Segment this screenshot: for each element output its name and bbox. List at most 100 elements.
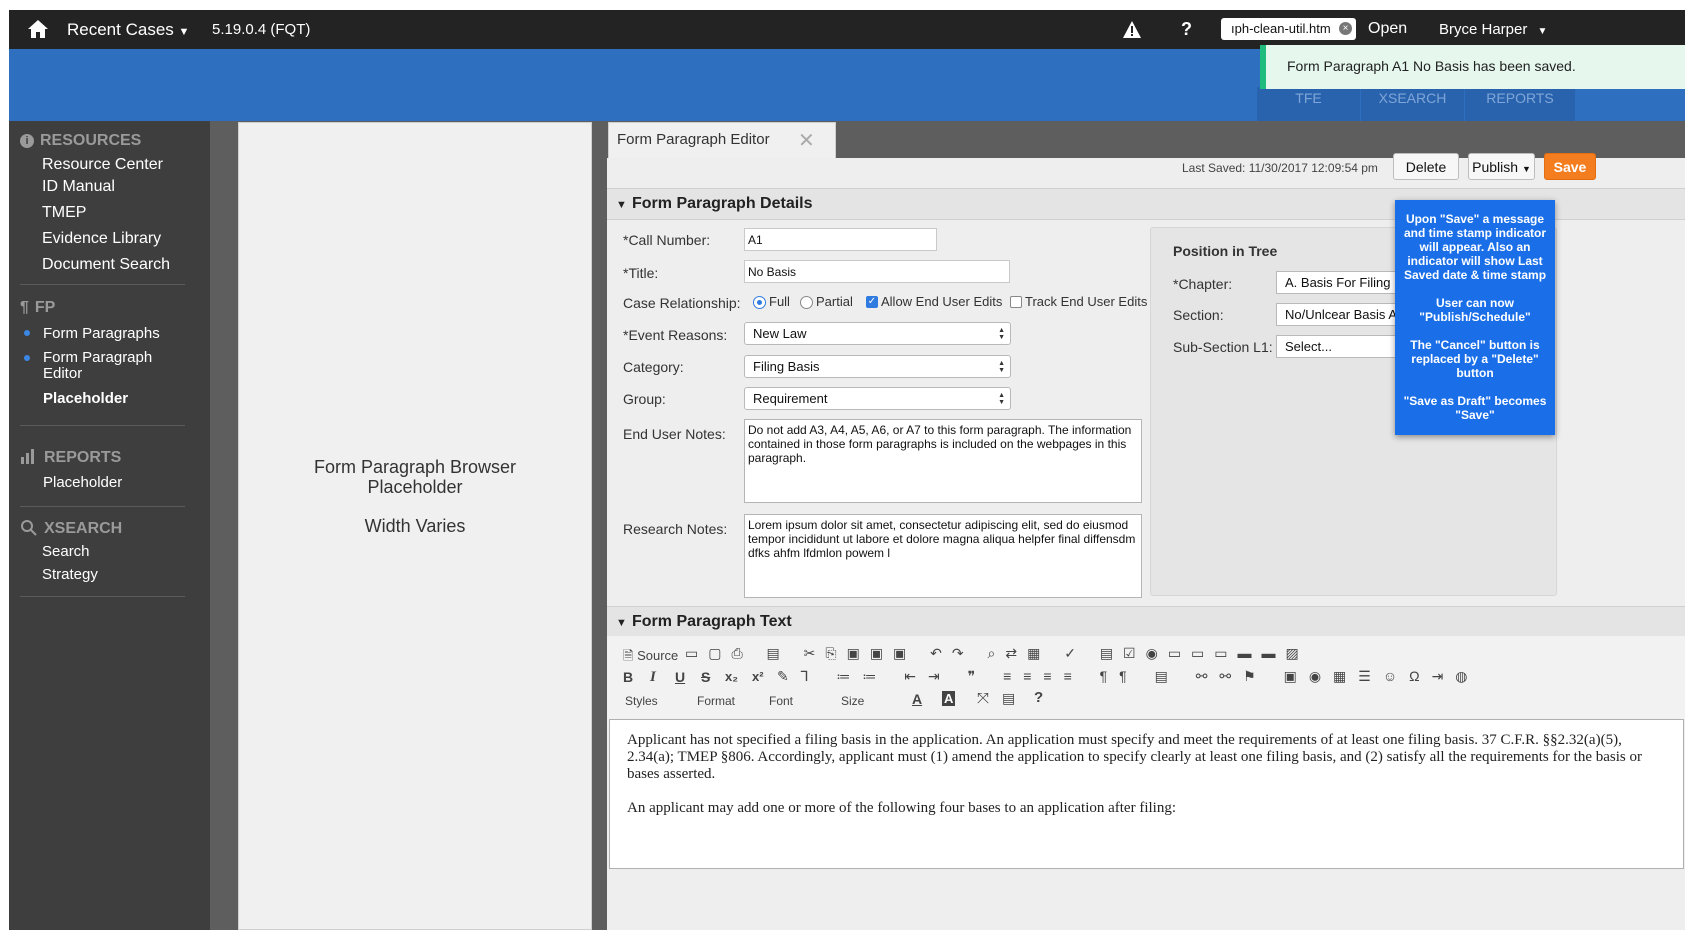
fp-heading-label: FP (34, 299, 56, 316)
version-label: 5.19.0.4 (FQT) (212, 21, 311, 38)
xsearch-heading: XSEARCH (20, 519, 122, 538)
annotation-callout: Upon "Save" a message and time stamp ind… (1395, 200, 1555, 435)
sidebar-item-placeholder[interactable]: Placeholder (43, 390, 128, 407)
event-reasons-label: *Event Reasons: (623, 327, 728, 343)
open-button[interactable]: Open (1368, 20, 1407, 38)
save-button[interactable]: Save (1544, 153, 1596, 180)
tree-heading: Position in Tree (1173, 243, 1278, 259)
file-tools-icon[interactable]: ▭▢⎙ ▤ ✂⎘▣▣▣ ↶↷ ⌕⇄▦ ✓ ▤☑◉▭▭▭▬▬▨ (685, 645, 1309, 662)
user-menu[interactable]: Bryce Harper ▼ (1439, 21, 1547, 38)
browser-width-note: Width Varies (364, 516, 466, 536)
caret-down-icon: ▼ (1521, 164, 1531, 174)
research-notes-textarea[interactable]: Lorem ipsum dolor sit amet, consectetur … (744, 514, 1142, 598)
sidebar-item-evidence-library[interactable]: Evidence Library (42, 230, 161, 248)
underline-button[interactable]: U (675, 669, 685, 685)
format-dropdown[interactable]: Format (697, 694, 735, 708)
collapse-triangle-icon: ▼ (616, 617, 627, 629)
info-icon: i (20, 134, 34, 148)
event-reasons-select[interactable]: New Law ▲ ▼ (744, 322, 1011, 345)
app-window: Recent Cases ▼ 5.19.0.4 (FQT) ? ıph-clea… (9, 10, 1685, 930)
group-value: Requirement (753, 391, 828, 406)
resources-heading-label: RESOURCES (40, 132, 142, 149)
active-dot-icon (24, 355, 30, 361)
home-icon[interactable] (27, 19, 49, 39)
search-icon (21, 520, 37, 536)
call-number-input[interactable]: A1 (744, 228, 937, 251)
paragraph-icon: ¶ (20, 299, 29, 316)
chapter-label: *Chapter: (1173, 276, 1233, 292)
end-user-notes-textarea[interactable]: Do not add A3, A4, A5, A6, or A7 to this… (744, 419, 1142, 503)
bar-chart-icon (21, 449, 34, 464)
size-dropdown[interactable]: Size (841, 694, 864, 708)
category-select[interactable]: Filing Basis ▲ ▼ (744, 355, 1011, 378)
recent-cases-menu[interactable]: Recent Cases ▼ (67, 20, 189, 40)
select-arrows-icon: ▲ ▼ (998, 327, 1005, 341)
editor-action-bar: Last Saved: 11/30/2017 12:09:54 pm Delet… (607, 153, 1685, 188)
source-label: Source (637, 648, 679, 663)
title-input[interactable]: No Basis (744, 260, 1010, 283)
sidebar-item-tmep[interactable]: TMEP (42, 204, 86, 222)
styles-dropdown[interactable]: Styles (625, 694, 658, 708)
sidebar-item-resource-center[interactable]: Resource Center (42, 156, 163, 174)
strikethrough-button[interactable]: S (701, 669, 710, 685)
text-color-icon[interactable]: A (912, 691, 922, 707)
warning-icon[interactable] (1122, 20, 1142, 39)
content-paragraph: Applicant has not specified a filing bas… (627, 732, 1643, 782)
text-heading: Form Paragraph Text (632, 613, 792, 630)
background-color-icon[interactable]: A (942, 691, 956, 706)
top-bar: Recent Cases ▼ 5.19.0.4 (FQT) ? ıph-clea… (9, 10, 1685, 49)
sidebar-item-search[interactable]: Search (42, 543, 90, 560)
publish-label: Publish (1472, 159, 1519, 175)
partial-radio[interactable] (800, 296, 813, 309)
toast-message: Form Paragraph A1 No Basis has been save… (1287, 58, 1576, 74)
font-dropdown[interactable]: Font (769, 694, 793, 708)
sidebar: i RESOURCES Resource Center ID Manual TME… (9, 121, 210, 930)
annotation-text: Upon "Save" a message and time stamp ind… (1403, 212, 1547, 282)
maximize-icon[interactable]: ⤧ (977, 690, 989, 707)
sidebar-item-strategy[interactable]: Strategy (42, 566, 98, 583)
tab-title: Form Paragraph Editor (617, 131, 770, 148)
form-paragraph-browser: Form Paragraph Browser Placeholder Width… (238, 122, 592, 930)
format-tools-icon[interactable]: ✎Ꞁ ≔≔ ⇤⇥ ❞ ≡≡≡≡ ¶¶ ▤ ⚯⚯⚑ ▣◉▦☰☺Ω⇥◍ (777, 668, 1480, 685)
end-user-notes-label: End User Notes: (623, 426, 726, 442)
publish-button[interactable]: Publish ▼ (1468, 153, 1535, 180)
clear-input-icon[interactable]: × (1339, 22, 1352, 35)
tab-form-paragraph-editor[interactable]: Form Paragraph Editor ✕ (608, 122, 836, 158)
last-saved-timestamp: Last Saved: 11/30/2017 12:09:54 pm (1182, 161, 1378, 175)
close-tab-icon[interactable]: ✕ (798, 128, 815, 153)
show-blocks-icon[interactable]: ▤ (1002, 690, 1015, 707)
italic-button[interactable]: I (650, 669, 656, 686)
group-label: Group: (623, 391, 666, 407)
sidebar-item-form-paragraphs[interactable]: Form Paragraphs (43, 325, 160, 342)
group-select[interactable]: Requirement ▲ ▼ (744, 387, 1011, 410)
subscript-button[interactable]: x₂ (725, 669, 738, 684)
sidebar-item-document-search[interactable]: Document Search (42, 256, 170, 274)
tab-xsearch[interactable]: XSEARCH (1361, 87, 1464, 121)
tab-reports[interactable]: REPORTS (1465, 87, 1575, 121)
file-path-input[interactable]: ıph-clean-util.htm × (1221, 18, 1356, 40)
tab-tfe[interactable]: TFE (1257, 87, 1360, 121)
case-relationship-label: Case Relationship: (623, 295, 741, 311)
sidebar-item-id-manual[interactable]: ID Manual (42, 178, 115, 196)
allow-edits-checkbox[interactable]: ✓ (866, 296, 878, 308)
annotation-text: "Save as Draft" becomes "Save" (1403, 394, 1547, 422)
delete-button[interactable]: Delete (1393, 153, 1459, 180)
text-section-header[interactable]: ▼ Form Paragraph Text (607, 606, 1685, 638)
paragraph-text-editor[interactable]: Applicant has not specified a filing bas… (609, 719, 1684, 869)
track-edits-checkbox[interactable] (1010, 296, 1022, 308)
active-dot-icon (24, 330, 30, 336)
sidebar-item-form-paragraph-editor[interactable]: Form Paragraph Editor (43, 350, 173, 382)
event-reasons-value: New Law (753, 326, 807, 341)
resources-heading: i RESOURCES (20, 132, 141, 150)
bold-button[interactable]: B (623, 669, 633, 685)
help-icon[interactable]: ? (1034, 689, 1043, 706)
full-label: Full (769, 294, 790, 309)
sidebar-divider (20, 425, 185, 426)
help-icon[interactable]: ? (1181, 19, 1192, 40)
superscript-button[interactable]: x² (752, 669, 764, 684)
sidebar-item-reports-placeholder[interactable]: Placeholder (43, 474, 122, 491)
sidebar-divider (20, 506, 185, 507)
full-radio[interactable] (753, 296, 766, 309)
source-button[interactable]: 🗎 Source (623, 647, 678, 669)
rich-text-toolbar: 🗎 Source ▭▢⎙ ▤ ✂⎘▣▣▣ ↶↷ ⌕⇄▦ ✓ ▤☑◉▭▭▭▬▬▨ … (607, 636, 1685, 722)
